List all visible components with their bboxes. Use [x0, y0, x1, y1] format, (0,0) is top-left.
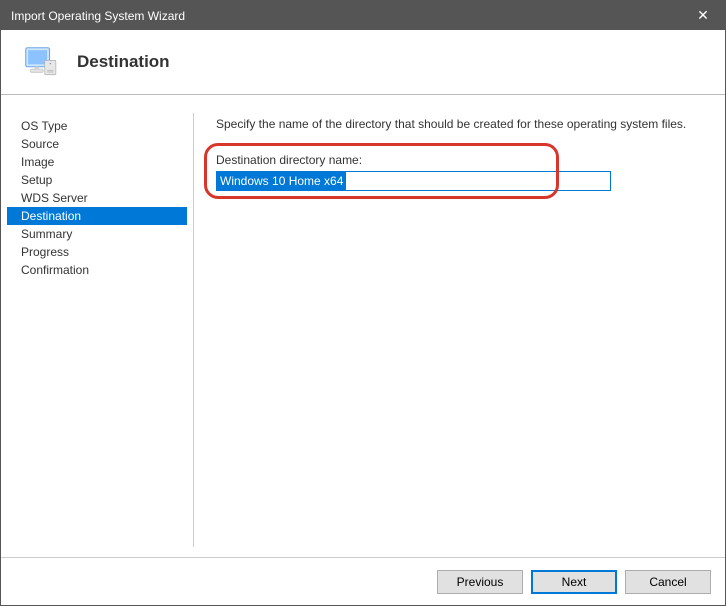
page-title: Destination: [77, 52, 170, 72]
wizard-header: Destination: [1, 30, 725, 95]
sidebar-item-os-type[interactable]: OS Type: [7, 117, 187, 135]
sidebar-item-wds-server[interactable]: WDS Server: [7, 189, 187, 207]
close-button[interactable]: ✕: [681, 1, 725, 30]
window-title: Import Operating System Wizard: [11, 9, 681, 23]
sidebar-item-confirmation[interactable]: Confirmation: [7, 261, 187, 279]
sidebar-item-summary[interactable]: Summary: [7, 225, 187, 243]
titlebar: Import Operating System Wizard ✕: [1, 1, 725, 30]
wizard-footer: Previous Next Cancel: [1, 557, 725, 605]
close-icon: ✕: [697, 7, 709, 24]
sidebar-item-source[interactable]: Source: [7, 135, 187, 153]
sidebar-item-image[interactable]: Image: [7, 153, 187, 171]
cancel-button[interactable]: Cancel: [625, 570, 711, 594]
next-button[interactable]: Next: [531, 570, 617, 594]
wizard-steps-sidebar: OS TypeSourceImageSetupWDS ServerDestina…: [1, 95, 193, 557]
computer-icon: [21, 43, 59, 81]
destination-directory-input[interactable]: [216, 171, 611, 191]
sidebar-item-setup[interactable]: Setup: [7, 171, 187, 189]
instruction-text: Specify the name of the directory that s…: [216, 117, 707, 131]
sidebar-item-destination[interactable]: Destination: [7, 207, 187, 225]
content-pane: Specify the name of the directory that s…: [194, 95, 725, 557]
previous-button[interactable]: Previous: [437, 570, 523, 594]
field-label: Destination directory name:: [216, 153, 707, 167]
sidebar-item-progress[interactable]: Progress: [7, 243, 187, 261]
